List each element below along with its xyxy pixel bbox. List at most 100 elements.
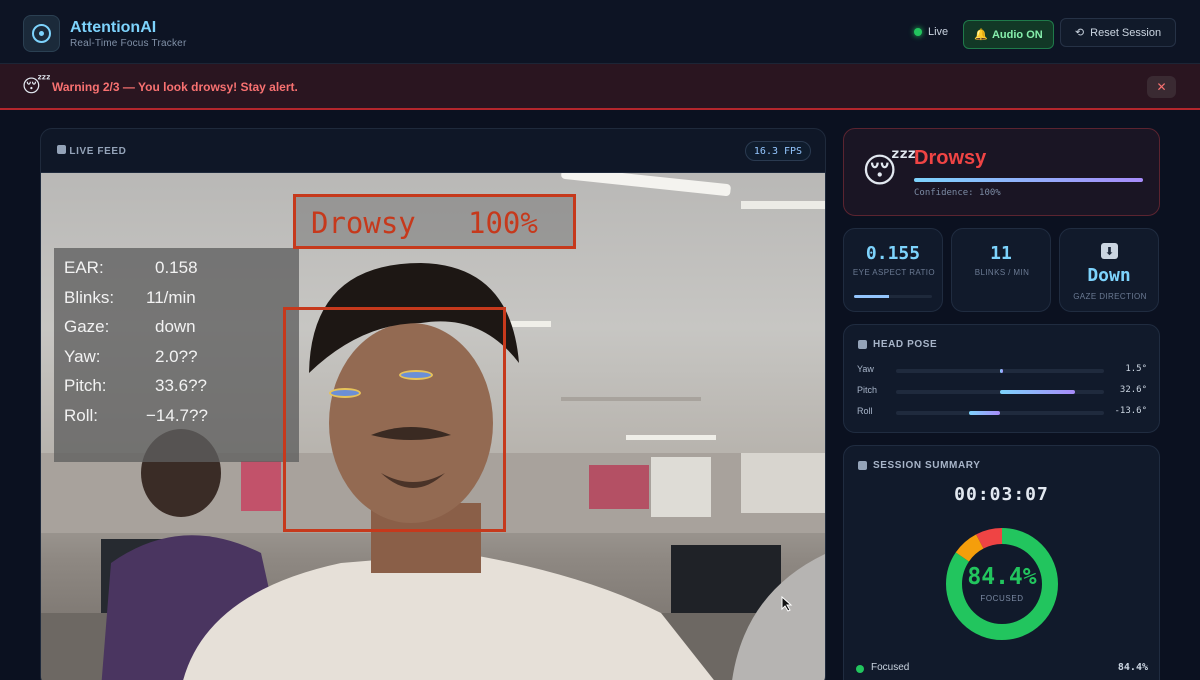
overlay-key: Pitch: xyxy=(64,376,107,395)
ear-metric-card: 0.155 EYE ASPECT RATIO xyxy=(843,228,943,312)
blinks-metric-card: 11 BLINKS / MIN xyxy=(951,228,1051,312)
fps-badge: 16.3 FPS xyxy=(745,141,811,161)
overlay-value: down xyxy=(155,317,196,336)
live-dot-icon xyxy=(914,28,922,36)
app-header: AttentionAI Real-Time Focus Tracker Live… xyxy=(0,0,1200,64)
audio-toggle-button[interactable]: 🔔 Audio ON xyxy=(963,20,1054,49)
close-warning-button[interactable]: ✕ xyxy=(1147,76,1176,98)
gaze-value: Down xyxy=(1087,265,1131,286)
pose-value: -13.6° xyxy=(1114,406,1147,416)
bell-icon: 🔔 xyxy=(974,29,988,41)
focused-label: FOCUSED xyxy=(980,594,1024,603)
overlay-row: Yaw: 2.0?? xyxy=(64,347,294,377)
live-feed-card: LIVE FEED 16.3 FPS EAR: 0.158 Blinks: 11… xyxy=(40,128,826,680)
sleepy-face-icon: 😴 xyxy=(862,152,917,190)
overlay-key: Roll: xyxy=(64,405,99,425)
session-summary-title: SESSION SUMMARY xyxy=(858,460,981,471)
overlay-value: 2.0?? xyxy=(155,346,198,366)
overlay-stats-list: EAR: 0.158 Blinks: 11/min Gaze: down Yaw… xyxy=(64,258,294,435)
pose-row-yaw: Yaw 1.5° xyxy=(857,364,1147,378)
right-eye-landmarks-icon xyxy=(399,370,433,380)
attention-state-label: Drowsy xyxy=(914,147,987,169)
live-feed-header: LIVE FEED 16.3 FPS xyxy=(41,129,825,173)
pose-label: Yaw xyxy=(857,364,874,374)
pose-track xyxy=(896,411,1104,415)
detection-confidence: 100% xyxy=(468,206,538,240)
camera-frame: EAR: 0.158 Blinks: 11/min Gaze: down Yaw… xyxy=(41,173,825,680)
gaze-metric-card: ⬇ Down GAZE DIRECTION xyxy=(1059,228,1159,312)
live-label: Live xyxy=(928,26,949,38)
detection-state: Drowsy xyxy=(311,206,416,240)
overlay-row: Roll: −14.7?? xyxy=(64,406,294,436)
app-subtitle: Real-Time Focus Tracker xyxy=(70,38,187,49)
reset-button-label: Reset Session xyxy=(1090,26,1162,39)
app-logo-icon xyxy=(23,15,60,52)
live-feed-title-text: LIVE FEED xyxy=(69,146,127,157)
pose-fill xyxy=(968,411,1000,415)
audio-button-label: Audio ON xyxy=(991,28,1043,41)
ear-bar xyxy=(854,295,932,298)
pose-row-roll: Roll -13.6° xyxy=(857,406,1147,420)
gaze-label: GAZE DIRECTION xyxy=(1073,292,1147,301)
live-feed-title: LIVE FEED xyxy=(57,145,126,157)
focused-percentage: 84.4% xyxy=(967,564,1037,590)
warning-text: Warning 2/3 — You look drowsy! Stay aler… xyxy=(52,80,298,94)
face-bounding-box xyxy=(283,307,506,532)
attention-state-card: 😴 Drowsy Confidence: 100% xyxy=(843,128,1160,216)
overlay-value: 33.6?? xyxy=(155,376,207,395)
app-title: AttentionAI xyxy=(70,19,157,36)
pose-fill xyxy=(1000,369,1004,373)
overlay-value: −14.7?? xyxy=(146,405,208,425)
overlay-key: EAR: xyxy=(64,258,104,277)
head-pose-icon xyxy=(858,340,867,349)
legend-value: 84.4% xyxy=(1117,662,1148,673)
confidence-text: Confidence: 100% xyxy=(914,188,1001,198)
reset-icon: ⟲ xyxy=(1074,27,1085,39)
overlay-value: 0.158 xyxy=(155,258,198,277)
reset-session-button[interactable]: ⟲ Reset Session xyxy=(1060,18,1176,47)
pose-row-pitch: Pitch 32.6° xyxy=(857,385,1147,399)
blinks-value: 11 xyxy=(990,243,1012,264)
ear-value: 0.155 xyxy=(865,243,921,264)
head-pose-title-text: HEAD POSE xyxy=(873,339,938,350)
legend-row-focused: Focused 84.4% xyxy=(856,662,1148,676)
arrow-down-icon: ⬇ xyxy=(1101,243,1118,259)
ear-label: EYE ASPECT RATIO xyxy=(852,268,936,277)
pose-value: 1.5° xyxy=(1125,364,1147,374)
pose-fill xyxy=(1000,390,1076,394)
overlay-key: Blinks: xyxy=(64,287,115,307)
focus-donut-chart: 84.4% FOCUSED xyxy=(944,526,1060,642)
pose-label: Pitch xyxy=(857,385,878,395)
overlay-row: Pitch: 33.6?? xyxy=(64,376,294,406)
overlay-stats-box: EAR: 0.158 Blinks: 11/min Gaze: down Yaw… xyxy=(54,248,299,462)
overlay-row: Blinks: 11/min xyxy=(64,288,294,318)
bar-chart-icon xyxy=(858,461,867,470)
detection-label: Drowsy 100% xyxy=(293,194,576,249)
blinks-label: BLINKS / MIN xyxy=(974,268,1030,277)
warning-banner: 😴 Warning 2/3 — You look drowsy! Stay al… xyxy=(0,64,1200,110)
overlay-key: Yaw: xyxy=(64,346,101,366)
live-indicator: Live xyxy=(914,26,948,38)
overlay-key: Gaze: xyxy=(64,317,110,336)
legend-label: Focused xyxy=(871,662,910,673)
head-pose-card: HEAD POSE Yaw 1.5° Pitch 32.6° Roll -13.… xyxy=(843,324,1160,433)
overlay-row: EAR: 0.158 xyxy=(64,258,294,288)
pose-value: 32.6° xyxy=(1119,385,1147,395)
left-eye-landmarks-icon xyxy=(329,388,361,398)
pose-label: Roll xyxy=(857,406,873,416)
pose-track xyxy=(896,390,1104,394)
session-timer: 00:03:07 xyxy=(954,484,1049,505)
ear-bar-fill xyxy=(854,295,890,298)
mouse-cursor-icon xyxy=(781,596,793,612)
session-summary-card: SESSION SUMMARY 00:03:07 84.4% FOCUSED F… xyxy=(843,445,1160,680)
donut-center: 84.4% FOCUSED xyxy=(944,526,1060,642)
camera-icon xyxy=(57,145,66,154)
confidence-bar-fill xyxy=(914,178,1143,182)
confidence-bar xyxy=(914,178,1143,182)
head-pose-title: HEAD POSE xyxy=(858,339,937,350)
sleepy-face-icon: 😴 xyxy=(22,76,51,96)
session-summary-title-text: SESSION SUMMARY xyxy=(873,460,981,471)
overlay-value: 11/min xyxy=(146,287,196,307)
pose-track xyxy=(896,369,1104,373)
overlay-row: Gaze: down xyxy=(64,317,294,347)
